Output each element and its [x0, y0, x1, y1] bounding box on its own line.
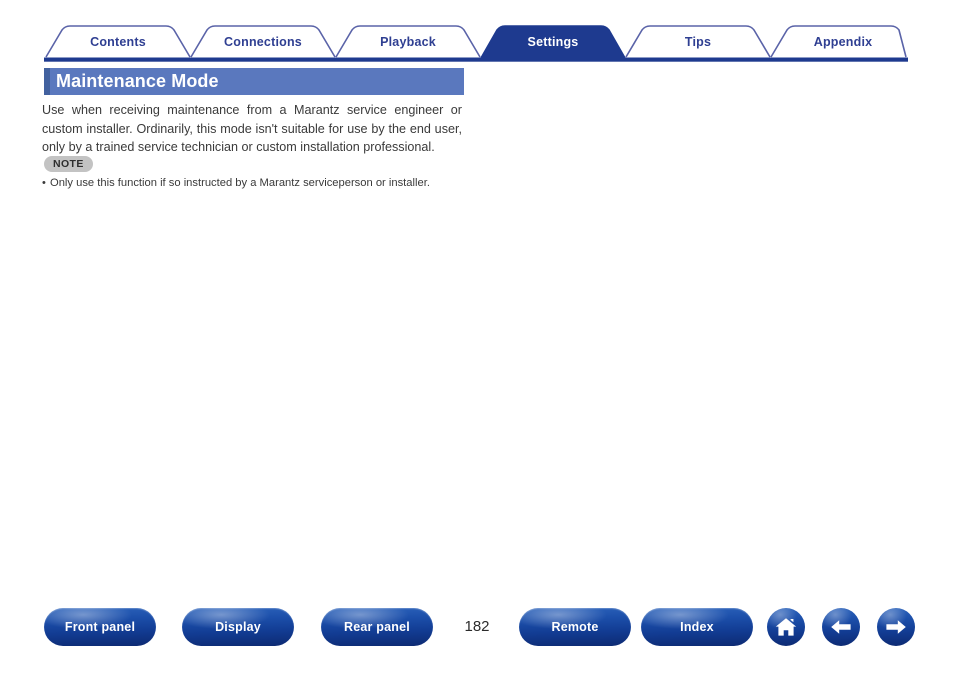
- bullet-icon: •: [42, 177, 46, 189]
- note-item-text: Only use this function if so instructed …: [50, 177, 430, 189]
- list-item: • Only use this function if so instructe…: [42, 176, 502, 191]
- display-button[interactable]: Display: [182, 608, 294, 646]
- page-title-bar: Maintenance Mode: [44, 68, 464, 95]
- arrow-left-icon: [831, 620, 851, 634]
- tab-appendix[interactable]: Appendix: [771, 24, 915, 60]
- tab-connections[interactable]: Connections: [191, 24, 335, 60]
- home-icon: [775, 618, 797, 636]
- index-button[interactable]: Index: [641, 608, 753, 646]
- page-title: Maintenance Mode: [56, 71, 219, 91]
- tab-contents[interactable]: Contents: [46, 24, 190, 60]
- body-paragraph: Use when receiving maintenance from a Ma…: [42, 103, 462, 154]
- tab-bar: Contents Connections Playback Settings T…: [44, 24, 908, 62]
- footer-bar: Front panel Display Rear panel 182 Remot…: [0, 608, 954, 650]
- note-badge: NOTE: [44, 156, 93, 172]
- remote-button[interactable]: Remote: [519, 608, 631, 646]
- index-button-label: Index: [680, 620, 714, 634]
- remote-button-label: Remote: [551, 620, 599, 634]
- tab-playback[interactable]: Playback: [336, 24, 480, 60]
- front-panel-button[interactable]: Front panel: [44, 608, 156, 646]
- forward-button[interactable]: [877, 608, 915, 646]
- rear-panel-button[interactable]: Rear panel: [321, 608, 433, 646]
- note-list: • Only use this function if so instructe…: [42, 176, 502, 191]
- rear-panel-button-label: Rear panel: [344, 620, 410, 634]
- arrow-right-icon: [886, 620, 906, 634]
- display-button-label: Display: [215, 620, 261, 634]
- front-panel-button-label: Front panel: [64, 620, 136, 634]
- tab-settings[interactable]: Settings: [481, 24, 625, 60]
- home-button[interactable]: [767, 608, 805, 646]
- tab-tips[interactable]: Tips: [626, 24, 770, 60]
- page-number: 182: [464, 618, 490, 635]
- back-button[interactable]: [822, 608, 860, 646]
